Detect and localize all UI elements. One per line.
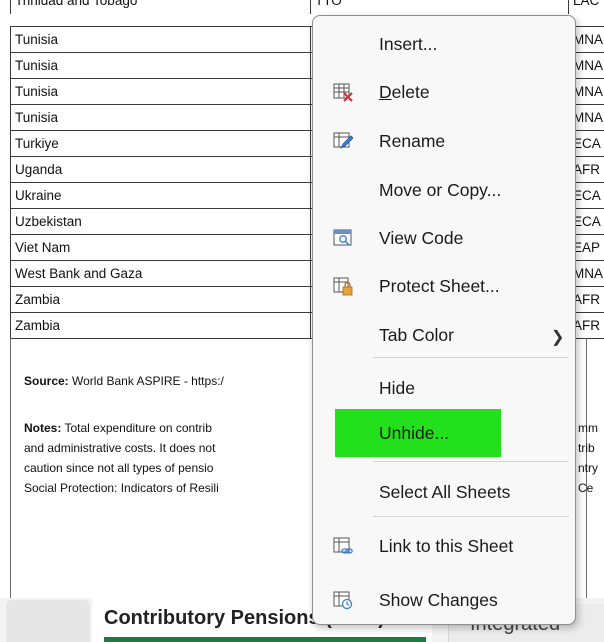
cell-country[interactable]: Tunisia: [10, 53, 310, 79]
menu-item-hide[interactable]: Hide: [313, 368, 575, 408]
show-changes-icon: [333, 591, 353, 610]
notes-right-fragment-3: ntry: [578, 461, 599, 475]
menu-item-show-changes[interactable]: Show Changes: [313, 580, 575, 620]
cell-country[interactable]: Viet Nam: [10, 235, 310, 261]
cell-country[interactable]: Zambia: [10, 287, 310, 313]
delete-sheet-icon: [333, 83, 353, 102]
menu-item-view-code[interactable]: View Code: [313, 218, 575, 258]
menu-item-label: View Code: [379, 228, 464, 248]
cell-country[interactable]: Tunisia: [10, 79, 310, 105]
menu-item-insert[interactable]: Insert...: [313, 24, 575, 64]
menu-item-delete[interactable]: Delete: [313, 72, 575, 112]
submenu-chevron-icon: ❯: [551, 329, 565, 346]
menu-item-label: Insert...: [379, 34, 438, 54]
notes-label: Notes:: [24, 421, 62, 435]
menu-item-label: Rename: [379, 131, 446, 151]
cell-country[interactable]: West Bank and Gaza: [10, 261, 310, 287]
notes-right-fragment-1: mm: [578, 421, 598, 435]
cell-country[interactable]: Uzbekistan: [10, 209, 310, 235]
notes-line-1: Total expenditure on contrib: [61, 421, 212, 435]
menu-item-label: Move or Copy...: [379, 180, 502, 200]
menu-item-unhide[interactable]: Unhide...: [313, 413, 575, 453]
cell-country[interactable]: Zambia: [10, 313, 310, 339]
protect-sheet-icon: [333, 277, 353, 296]
menu-item-move-or-copy[interactable]: Move or Copy...: [313, 170, 575, 210]
link-sheet-icon: [333, 537, 353, 554]
active-tab-underline: [104, 637, 426, 642]
menu-item-label: Unhide...: [379, 423, 450, 443]
sheet-tab-context-menu[interactable]: Insert... Delete Rename Move or Copy...: [312, 15, 576, 625]
cell-country[interactable]: Turkiye: [10, 131, 310, 157]
cell-country[interactable]: Ukraine: [10, 183, 310, 209]
menu-item-tab-color[interactable]: Tab Color ❯: [313, 315, 575, 355]
table-row[interactable]: Trinidad and Tobago TTO LAC: [10, 0, 604, 14]
menu-item-label: Delete: [379, 82, 430, 102]
cell-country[interactable]: Tunisia: [10, 27, 310, 53]
cell-code[interactable]: TTO: [310, 0, 380, 14]
menu-item-link-to-sheet[interactable]: Link to this Sheet: [313, 526, 575, 566]
notes-line-4: Social Protection: Indicators of Resili: [24, 481, 219, 495]
cell-region[interactable]: LAC: [568, 0, 604, 14]
menu-item-label: Link to this Sheet: [379, 536, 514, 556]
menu-item-label: Hide: [379, 378, 415, 398]
source-note[interactable]: Source: World Bank ASPIRE - https:/: [24, 371, 320, 393]
menu-item-label: Show Changes: [379, 590, 498, 610]
menu-item-label: Protect Sheet...: [379, 276, 500, 296]
menu-item-select-all-sheets[interactable]: Select All Sheets: [313, 472, 575, 512]
cell-country[interactable]: Trinidad and Tobago: [10, 0, 310, 14]
menu-separator: [373, 461, 569, 462]
notes-line-2: and administrative costs. It does not: [24, 441, 216, 455]
menu-item-label: Tab Color: [379, 325, 454, 345]
menu-separator: [373, 516, 569, 517]
menu-item-label: Select All Sheets: [379, 482, 511, 502]
notes-right-fragment-2: trib: [578, 441, 595, 455]
sheet-tab-previous[interactable]: [6, 600, 90, 642]
cell-country[interactable]: Tunisia: [10, 105, 310, 131]
sheet-left-border: [10, 338, 11, 608]
menu-item-protect-sheet[interactable]: Protect Sheet...: [313, 266, 575, 306]
source-label: Source:: [24, 374, 69, 388]
view-code-icon: [333, 229, 352, 246]
notes-text[interactable]: Notes: Total expenditure on contrib and …: [24, 418, 320, 504]
notes-right-fragment-4: Ce: [578, 481, 594, 495]
rename-sheet-icon: [333, 132, 353, 149]
cell-country[interactable]: Uganda: [10, 157, 310, 183]
menu-item-rename[interactable]: Rename: [313, 121, 575, 161]
notes-line-3: caution since not all types of pensio: [24, 461, 214, 475]
source-text: World Bank ASPIRE - https:/: [68, 374, 224, 388]
menu-separator: [373, 357, 569, 358]
